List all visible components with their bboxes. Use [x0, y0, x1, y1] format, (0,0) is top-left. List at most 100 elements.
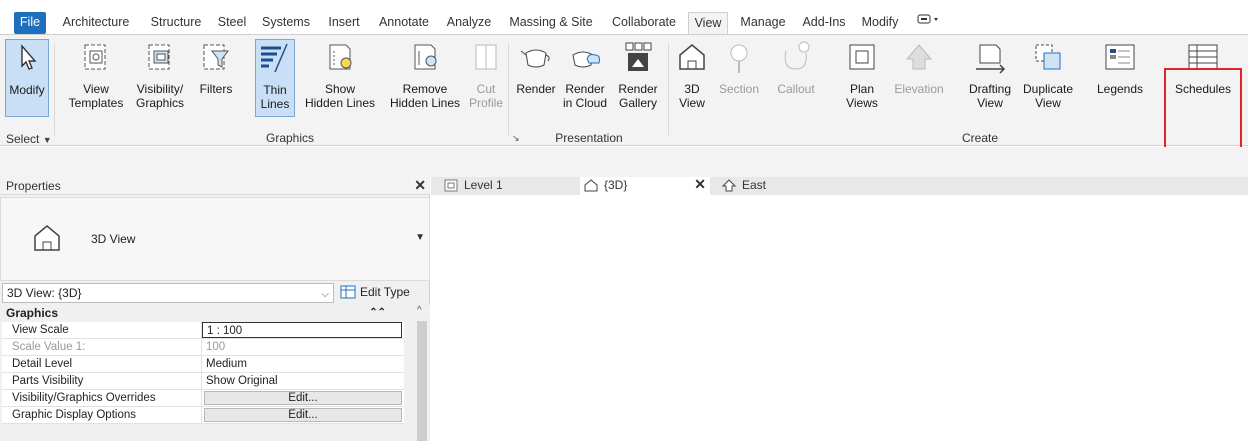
tab-annotate[interactable]: Annotate — [374, 12, 434, 34]
close-icon[interactable]: ✕ — [414, 177, 426, 194]
cursor-arrow-icon — [21, 44, 37, 70]
property-value: 100 — [206, 341, 226, 353]
elevation-icon — [722, 179, 736, 192]
render-button[interactable]: Render — [514, 39, 558, 117]
tab-label: East — [742, 178, 767, 192]
cloud-teapot-icon — [572, 51, 600, 68]
tab-manage[interactable]: Manage — [736, 12, 790, 34]
floor-plan-icon — [444, 179, 458, 192]
tab-modify[interactable]: Modify — [856, 12, 904, 34]
elevation-button[interactable]: Elevation — [890, 39, 948, 117]
callout-button[interactable]: Callout — [768, 39, 824, 117]
thin-lines-button[interactable]: Thin Lines — [255, 39, 295, 117]
tab-steel[interactable]: Steel — [214, 12, 250, 34]
tab-analyze[interactable]: Analyze — [442, 12, 496, 34]
section-icon — [730, 44, 748, 73]
thin-lines-icon — [261, 43, 288, 73]
scroll-up-icon[interactable]: ^ — [417, 305, 422, 316]
duplicate-view-button[interactable]: Duplicate View — [1016, 39, 1080, 117]
thin-lines-label: Thin Lines — [260, 83, 290, 111]
plan-views-button[interactable]: Plan Views — [838, 39, 886, 117]
tab-label: Level 1 — [464, 178, 503, 192]
property-row: Parts Visibility Show Original — [2, 373, 404, 390]
property-grid: Graphics ⌃⌃ View Scale 1 : 100 Scale Value… — [2, 305, 404, 441]
chevron-down-icon: ⌵ — [321, 289, 329, 300]
separator — [54, 43, 55, 135]
elevation-label: Elevation — [894, 82, 944, 96]
tab-add-ins[interactable]: Add-Ins — [798, 12, 850, 34]
drafting-view-button[interactable]: Drafting View — [966, 39, 1014, 117]
filters-button[interactable]: Filters — [196, 39, 236, 117]
instance-selector[interactable]: 3D View: {3D} ⌵ — [2, 283, 334, 303]
legends-button[interactable]: Legends — [1090, 39, 1150, 117]
tab-east[interactable]: East — [718, 177, 848, 195]
3d-view-button[interactable]: 3D View — [672, 39, 712, 117]
tab-label: {3D} — [604, 178, 628, 192]
chevron-down-icon[interactable]: ▼ — [415, 232, 425, 243]
duplicate-view-label: Duplicate View — [1022, 82, 1074, 110]
tab-massing-site[interactable]: Massing & Site — [504, 12, 598, 34]
property-row: Scale Value 1: 100 — [2, 339, 404, 356]
render-in-cloud-button[interactable]: Render in Cloud — [562, 39, 608, 117]
section-button[interactable]: Section — [714, 39, 764, 117]
drawing-area[interactable] — [430, 195, 1248, 441]
group-label: Graphics — [6, 306, 59, 320]
panel-presentation-label: Presentation — [555, 131, 623, 145]
close-icon[interactable]: ✕ — [694, 176, 706, 193]
select-dropdown[interactable]: Select ▼ — [6, 132, 52, 146]
tab-insert[interactable]: Insert — [322, 12, 366, 34]
view-templates-button[interactable]: View Templates — [68, 39, 124, 117]
tab-level-1[interactable]: Level 1 — [440, 177, 570, 195]
modify-label: Modify — [9, 83, 45, 97]
cut-profile-icon — [475, 44, 497, 70]
house-icon — [584, 179, 598, 192]
type-selector[interactable]: 3D View ▼ — [0, 197, 430, 281]
tab-systems[interactable]: Systems — [258, 12, 314, 34]
detail-level-field[interactable]: Medium — [202, 356, 404, 372]
edit-type-icon — [340, 285, 356, 299]
select-label: Select — [6, 132, 40, 146]
group-graphics[interactable]: Graphics ⌃⌃ — [2, 305, 404, 322]
view-scale-field[interactable]: 1 : 100 — [202, 322, 402, 338]
tab-architecture[interactable]: Architecture — [54, 12, 138, 34]
tab-structure[interactable]: Structure — [146, 12, 206, 34]
scroll-thumb[interactable] — [417, 321, 427, 441]
edit-type-button[interactable]: Edit Type — [338, 283, 428, 303]
separator — [668, 43, 669, 135]
graphic-display-edit-button[interactable]: Edit... — [204, 408, 402, 422]
plan-views-label: Plan Views — [846, 82, 878, 110]
panel-graphics-label: Graphics — [265, 131, 315, 145]
chevron-down-icon: ▼ — [42, 135, 52, 145]
house-icon — [679, 44, 705, 70]
contextual-tab-icon — [917, 14, 938, 24]
contextual-dropdown[interactable] — [914, 12, 944, 34]
collapse-icon[interactable]: ⌃⌃ — [369, 305, 386, 321]
properties-scrollbar[interactable]: ^ — [414, 305, 430, 441]
tab-view[interactable]: View — [688, 12, 728, 35]
drafting-view-label: Drafting View — [968, 82, 1012, 110]
property-value: Edit... — [202, 407, 404, 423]
gallery-icon — [625, 42, 652, 71]
render-in-cloud-label: Render in Cloud — [562, 82, 608, 110]
tab-file[interactable]: File — [14, 12, 46, 34]
render-gallery-button[interactable]: Render Gallery — [614, 39, 662, 117]
cut-profile-button[interactable]: Cut Profile — [468, 39, 504, 117]
visibility-graphics-button[interactable]: Visibility/ Graphics — [128, 39, 192, 117]
filters-label: Filters — [199, 82, 233, 96]
show-hidden-lines-button[interactable]: Show Hidden Lines — [298, 39, 382, 117]
property-name: Visibility/Graphics Overrides — [2, 390, 202, 406]
modify-button[interactable]: Modify — [5, 39, 49, 117]
ribbon-tab-bar: File Architecture Structure Steel System… — [0, 12, 1248, 35]
property-name: Graphic Display Options — [2, 407, 202, 423]
tab-3d[interactable]: {3D} ✕ — [580, 176, 710, 195]
remove-hidden-lines-button[interactable]: Remove Hidden Lines — [382, 39, 468, 117]
property-name: Detail Level — [2, 356, 202, 372]
vg-overrides-edit-button[interactable]: Edit... — [204, 391, 402, 405]
separator — [508, 43, 509, 135]
view-templates-icon — [84, 44, 106, 70]
callout-icon — [784, 41, 810, 70]
parts-visibility-field[interactable]: Show Original — [202, 373, 404, 389]
tab-collaborate[interactable]: Collaborate — [606, 12, 682, 34]
remove-hidden-lines-icon — [414, 44, 437, 70]
view-tabs: Level 1 {3D} ✕ East — [440, 176, 1248, 195]
